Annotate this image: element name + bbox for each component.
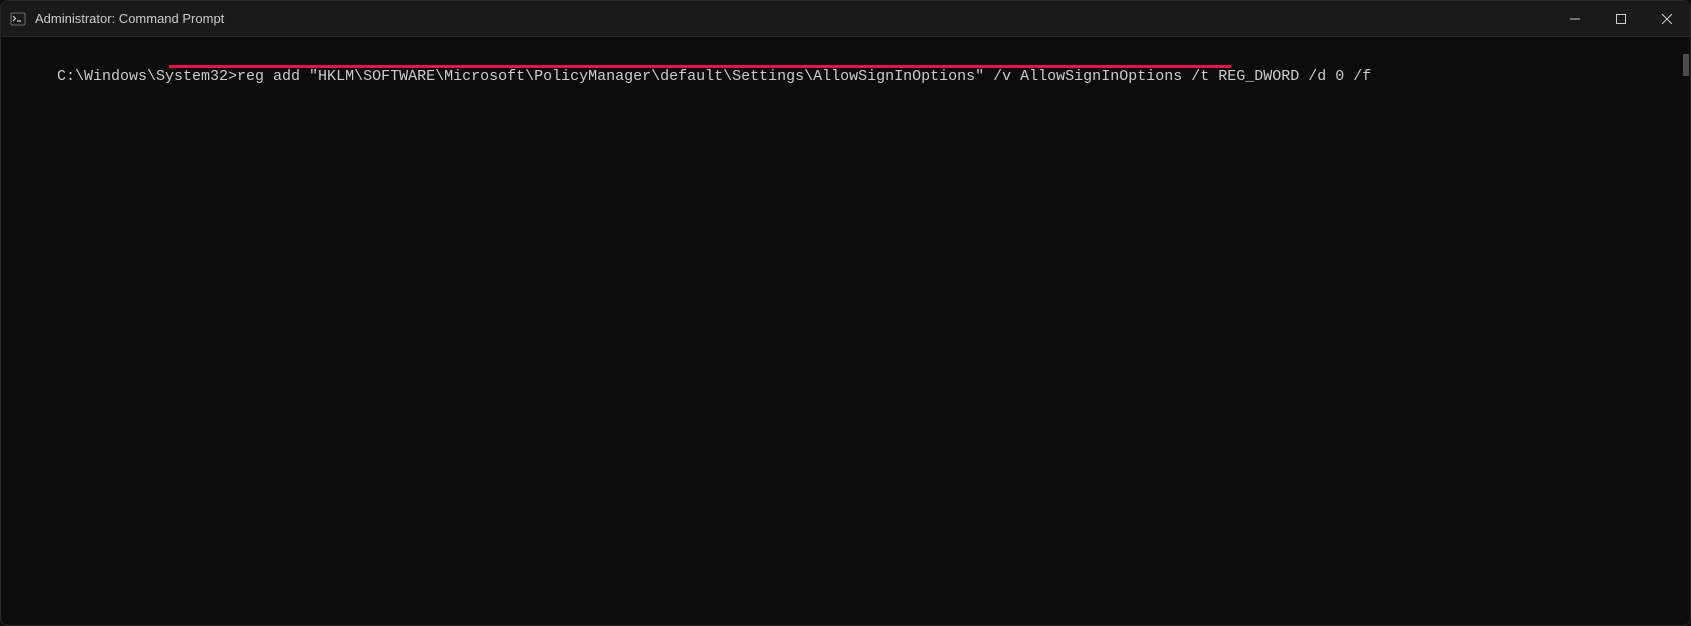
command-text: reg add "HKLM\SOFTWARE\Microsoft\PolicyM… — [237, 68, 1371, 85]
command-prompt-window: Administrator: Command Prompt C:\Windows… — [0, 0, 1691, 626]
window-controls — [1552, 1, 1690, 36]
annotation-underline — [169, 65, 1231, 68]
close-button[interactable] — [1644, 1, 1690, 36]
titlebar[interactable]: Administrator: Command Prompt — [1, 1, 1690, 37]
maximize-button[interactable] — [1598, 1, 1644, 36]
window-title: Administrator: Command Prompt — [35, 11, 1552, 26]
cmd-icon — [9, 10, 27, 28]
command-line: C:\Windows\System32>reg add "HKLM\SOFTWA… — [3, 47, 1690, 125]
prompt: C:\Windows\System32> — [57, 68, 237, 85]
terminal-output-area[interactable]: C:\Windows\System32>reg add "HKLM\SOFTWA… — [1, 37, 1690, 625]
minimize-button[interactable] — [1552, 1, 1598, 36]
scrollbar-thumb[interactable] — [1683, 54, 1689, 76]
